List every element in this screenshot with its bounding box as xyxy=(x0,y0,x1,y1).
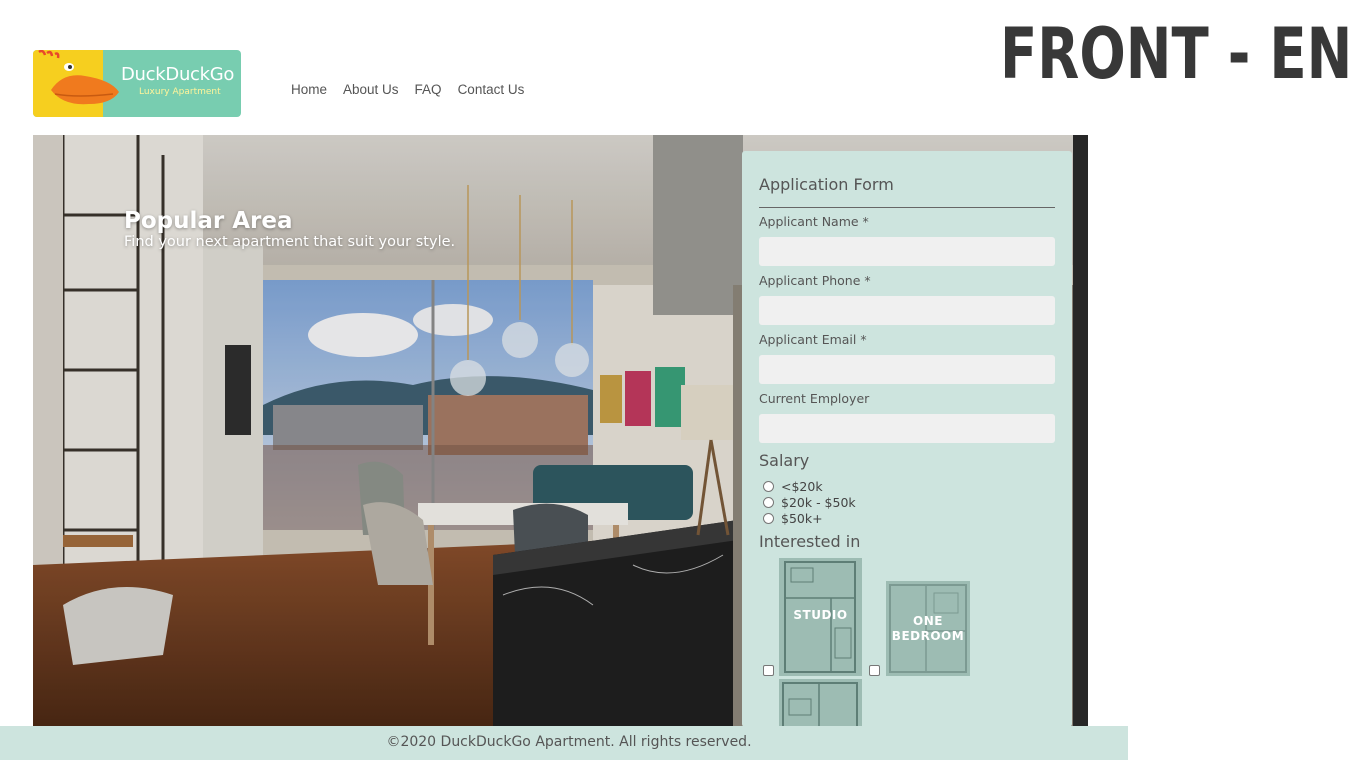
one-bedroom-floorplan[interactable]: ONE BEDROOM xyxy=(886,581,970,676)
applicant-email-label: Applicant Email * xyxy=(759,332,867,347)
one-bedroom-checkbox[interactable] xyxy=(869,665,880,676)
salary-option-label: $20k - $50k xyxy=(781,495,856,510)
slide-title: FRONT - END xyxy=(1000,13,1352,95)
applicant-phone-input[interactable] xyxy=(759,296,1055,325)
main-nav: Home About Us FAQ Contact Us xyxy=(291,82,540,97)
brand-tagline: Luxury Apartment xyxy=(139,87,221,97)
hero-title: Popular Area xyxy=(124,208,293,234)
applicant-name-label: Applicant Name * xyxy=(759,214,869,229)
studio-plan-label: STUDIO xyxy=(793,608,848,622)
third-floorplan[interactable] xyxy=(779,679,862,727)
applicant-name-input[interactable] xyxy=(759,237,1055,266)
hero-subtitle: Find your next apartment that suit your … xyxy=(124,234,456,250)
nav-contact-us[interactable]: Contact Us xyxy=(458,82,525,97)
current-employer-label: Current Employer xyxy=(759,391,870,406)
salary-option-label: <$20k xyxy=(781,479,823,494)
one-bedroom-plan-label: ONE BEDROOM xyxy=(891,614,965,643)
application-form: Application Form Applicant Name * Applic… xyxy=(742,151,1072,727)
salary-option-label: $50k+ xyxy=(781,511,823,526)
current-employer-input[interactable] xyxy=(759,414,1055,443)
radio-button[interactable] xyxy=(763,481,774,492)
studio-checkbox[interactable] xyxy=(763,665,774,676)
nav-home[interactable]: Home xyxy=(291,82,327,97)
footer-copyright: ©2020 DuckDuckGo Apartment. All rights r… xyxy=(386,734,752,750)
studio-floorplan[interactable]: STUDIO xyxy=(779,558,862,676)
interested-in-heading: Interested in xyxy=(759,532,861,551)
footer: ©2020 DuckDuckGo Apartment. All rights r… xyxy=(0,726,1128,760)
salary-heading: Salary xyxy=(759,451,810,470)
salary-option-20k-50k[interactable]: $20k - $50k xyxy=(763,495,856,510)
logo[interactable]: DuckDuckGo Luxury Apartment xyxy=(33,50,241,117)
salary-option-over-50k[interactable]: $50k+ xyxy=(763,511,823,526)
nav-about-us[interactable]: About Us xyxy=(343,82,399,97)
duck-icon xyxy=(38,50,119,105)
form-divider xyxy=(759,207,1055,208)
applicant-phone-label: Applicant Phone * xyxy=(759,273,871,288)
radio-button[interactable] xyxy=(763,513,774,524)
radio-button[interactable] xyxy=(763,497,774,508)
nav-faq[interactable]: FAQ xyxy=(415,82,442,97)
floorplan-icon xyxy=(782,682,858,727)
brand-name: DuckDuckGo xyxy=(121,64,235,85)
applicant-email-input[interactable] xyxy=(759,355,1055,384)
salary-option-under-20k[interactable]: <$20k xyxy=(763,479,823,494)
form-title: Application Form xyxy=(759,175,894,194)
